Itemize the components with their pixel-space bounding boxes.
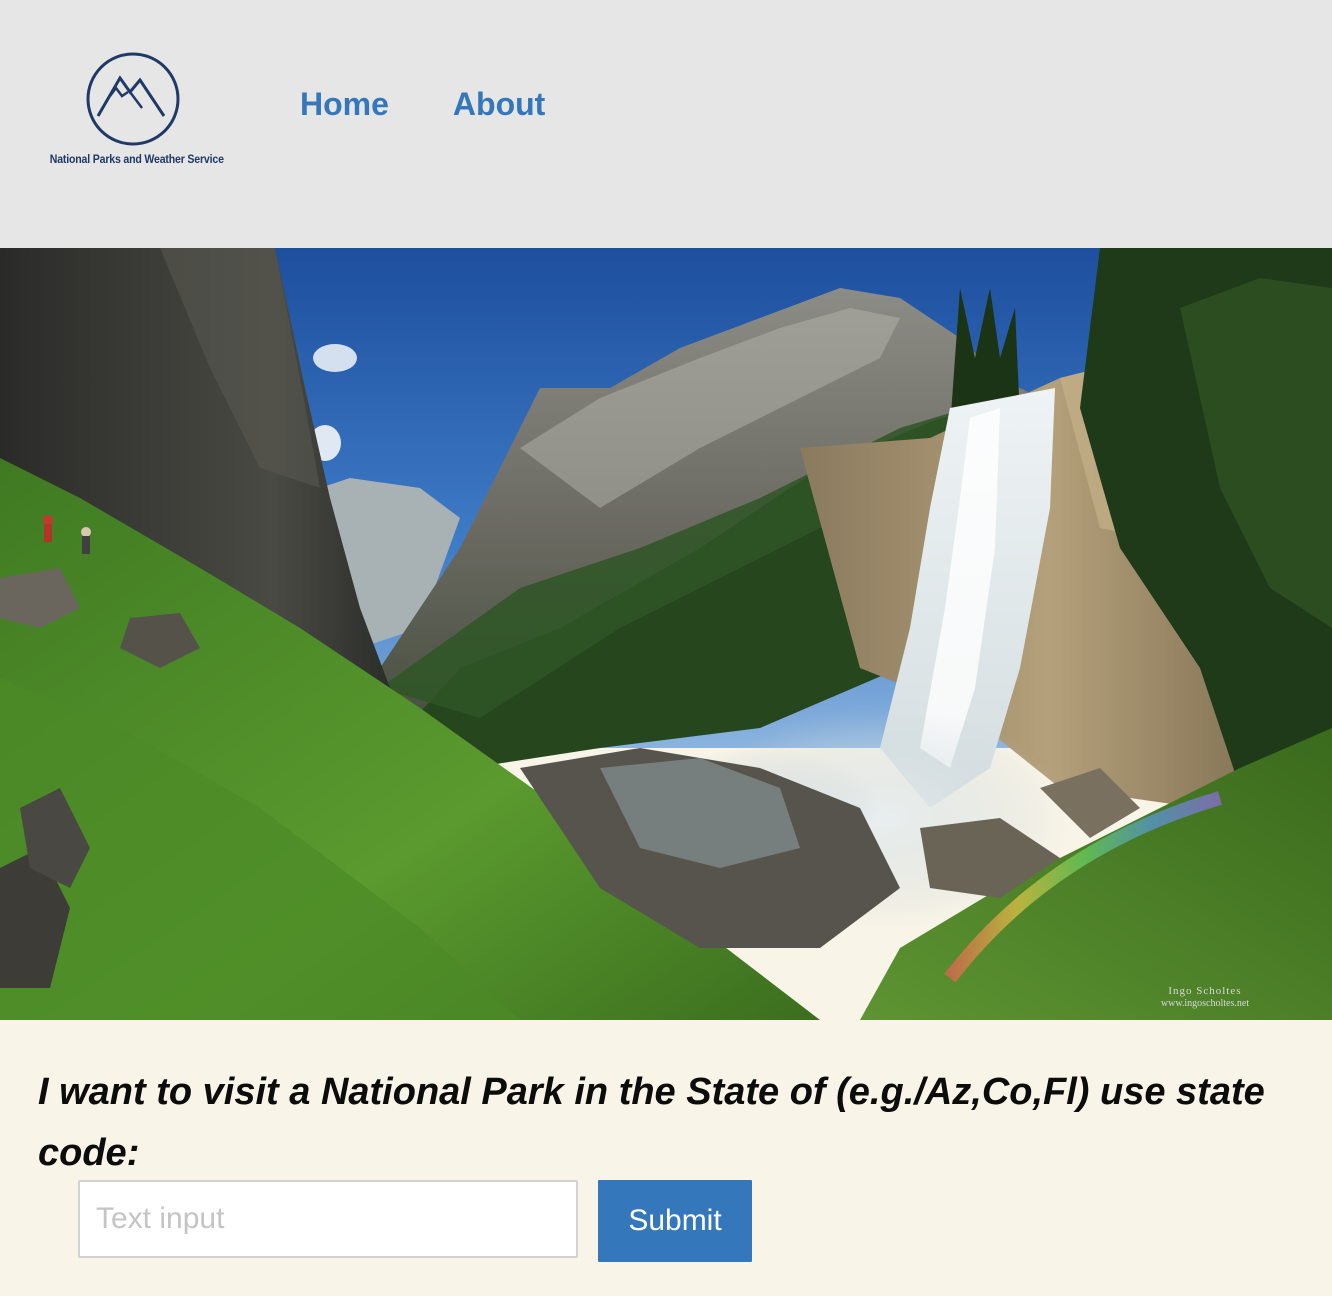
state-search-prompt: I want to visit a National Park in the S… (38, 1071, 1265, 1174)
nav-home-link[interactable]: Home (300, 86, 389, 123)
site-header: National Parks and Weather Service Home … (0, 0, 1332, 248)
waterfall-landscape-image: Ingo Scholtes www.ingoscholtes.net (0, 248, 1332, 1020)
main-nav: Home About (300, 86, 545, 123)
photo-watermark-url: www.ingoscholtes.net (1161, 998, 1249, 1009)
photo-watermark-name: Ingo Scholtes (1168, 985, 1241, 997)
site-logo[interactable]: National Parks and Weather Service (38, 52, 234, 182)
nav-about-link[interactable]: About (453, 86, 545, 123)
state-code-input[interactable] (78, 1180, 578, 1258)
logo-caption: National Parks and Weather Service (49, 152, 224, 166)
mountain-logo-icon (86, 52, 180, 146)
submit-button[interactable]: Submit (598, 1180, 752, 1262)
hero-image: Ingo Scholtes www.ingoscholtes.net (0, 248, 1332, 1020)
